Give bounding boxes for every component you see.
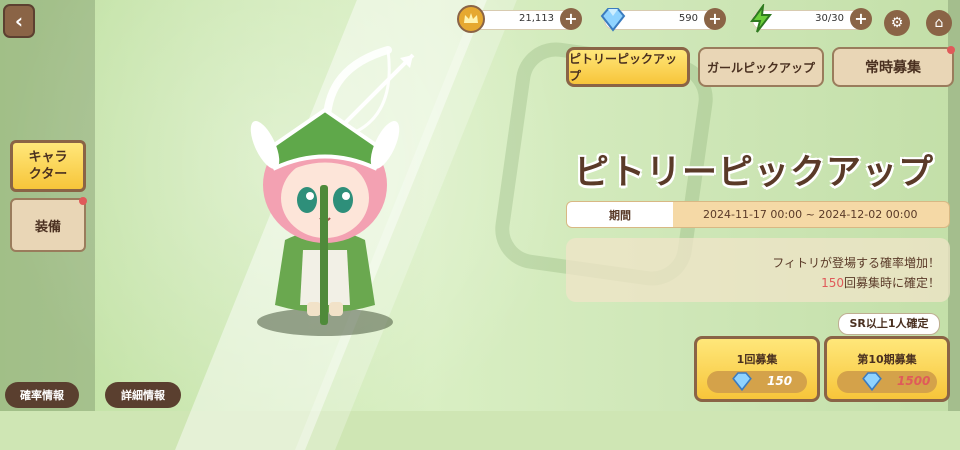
- diamond-icon: [862, 372, 882, 392]
- rates-info-button[interactable]: 確率情報: [5, 382, 79, 408]
- home-icon: ⌂: [934, 15, 944, 31]
- crown-coin-icon: [457, 5, 485, 33]
- sidebar-item-character[interactable]: キャラクター: [10, 140, 86, 192]
- multi-pull-cost: 1500: [837, 371, 937, 393]
- gold-value: 21,113: [519, 13, 554, 24]
- multi-pull-cost-value: 1500: [897, 374, 931, 388]
- tab-girl-pickup[interactable]: ガールピックアップ: [698, 47, 824, 87]
- stamina-value: 30/30: [815, 13, 844, 24]
- gear-icon: ⚙: [890, 15, 904, 31]
- period-value: 2024-11-17 00:00 ~ 2024-12-02 00:00: [703, 208, 918, 221]
- guarantee-bubble: SR以上1人確定: [838, 313, 940, 335]
- sidebar-item-equipment[interactable]: 装備: [10, 197, 87, 252]
- rates-info-label: 確率情報: [20, 389, 64, 402]
- notification-dot: [947, 46, 955, 54]
- diamond-icon: [732, 372, 752, 392]
- add-stamina-button[interactable]: +: [850, 8, 872, 30]
- tab-label: 常時募集: [865, 60, 921, 76]
- tab-standard-recruit[interactable]: 常時募集: [832, 46, 955, 87]
- back-button[interactable]: ‹: [3, 4, 35, 38]
- multi-pull-label: 第10期募集: [857, 353, 917, 366]
- period-bar: 期間 2024-11-17 00:00 ~ 2024-12-02 00:00: [566, 201, 950, 228]
- banner-description: フィトリが登場する確率増加！ 150回募集時に確定！: [566, 238, 950, 302]
- tab-label: ピトリーピックアップ: [569, 52, 678, 83]
- description-line-1: フィトリが登場する確率増加！: [772, 256, 940, 270]
- single-pull-cost: 150: [707, 371, 807, 393]
- add-gold-button[interactable]: +: [560, 8, 582, 30]
- guarantee-text: 回募集時に確定！: [843, 276, 940, 290]
- tab-label: ガールピックアップ: [706, 60, 815, 75]
- add-gem-button[interactable]: +: [704, 8, 726, 30]
- character-illustration: [250, 107, 400, 336]
- single-pull-cost-value: 150: [767, 374, 793, 388]
- gem-value: 590: [678, 13, 698, 24]
- multi-pull-button[interactable]: 第10期募集 1500: [824, 336, 950, 402]
- diamond-icon: [600, 8, 626, 32]
- gold-counter: 21,113 +: [457, 5, 582, 33]
- single-pull-label: 1回募集: [736, 353, 778, 366]
- description-line-2: 150回募集時に確定！: [821, 274, 940, 291]
- settings-button[interactable]: ⚙: [884, 10, 910, 36]
- sidebar-item-label: 装備: [34, 219, 61, 235]
- lightning-icon: [750, 4, 773, 33]
- notification-dot: [79, 197, 87, 205]
- single-pull-button[interactable]: 1回募集 150: [694, 336, 820, 402]
- banner-title: ピトリーピックアップ: [574, 153, 935, 193]
- details-info-label: 詳細情報: [121, 389, 165, 402]
- home-button[interactable]: ⌂: [926, 10, 952, 36]
- details-info-button[interactable]: 詳細情報: [105, 382, 181, 408]
- tab-pitori-pickup[interactable]: ピトリーピックアップ: [566, 47, 690, 87]
- guarantee-count: 150: [821, 276, 844, 290]
- gem-counter: 590 +: [600, 8, 726, 32]
- sidebar-item-label: キャラクター: [28, 150, 68, 182]
- stamina-counter: 30/30 +: [750, 4, 872, 33]
- chevron-left-icon: ‹: [14, 9, 24, 33]
- period-label: 期間: [567, 202, 673, 227]
